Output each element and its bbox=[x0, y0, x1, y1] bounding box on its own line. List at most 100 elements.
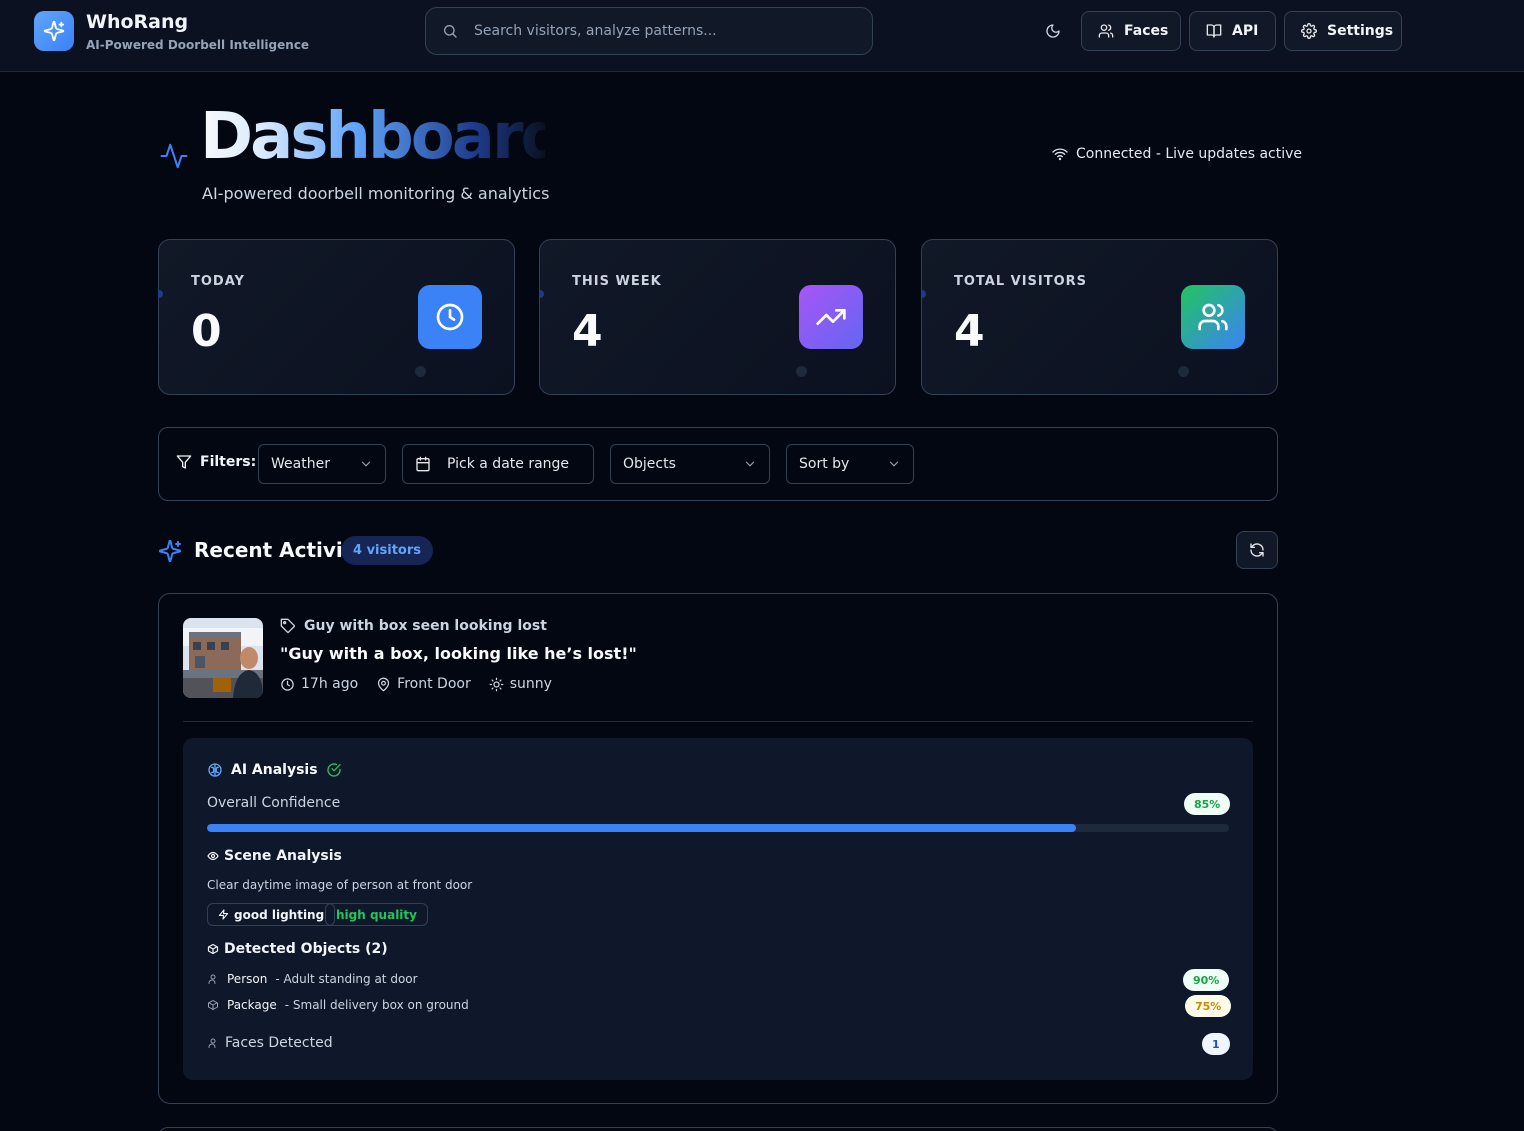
object-name: Person bbox=[227, 972, 268, 986]
filter-icon bbox=[176, 454, 192, 470]
eye-icon bbox=[207, 850, 219, 862]
page-subtitle: AI-powered doorbell monitoring & analyti… bbox=[202, 184, 550, 203]
visit-time: 17h ago bbox=[280, 676, 358, 692]
confidence-progress-bar bbox=[207, 824, 1229, 832]
scene-tag-chip: high quality bbox=[325, 903, 428, 926]
sparkles-logo-icon[interactable] bbox=[34, 11, 74, 51]
theme-toggle-moon-icon[interactable] bbox=[1040, 18, 1066, 44]
visit-weather: sunny bbox=[489, 676, 552, 692]
filters-bar: Filters: Weather Pick a date range Objec… bbox=[158, 427, 1278, 501]
refresh-icon bbox=[1249, 542, 1265, 558]
box-icon bbox=[207, 943, 219, 955]
faces-detected-label: Faces Detected bbox=[225, 1035, 333, 1051]
stat-card-total-visitors: TOTAL VISITORS 4 bbox=[921, 239, 1278, 395]
sort-by-select[interactable]: Sort by bbox=[786, 444, 914, 484]
visit-location-text: Front Door bbox=[397, 676, 471, 692]
decorative-dot bbox=[415, 366, 426, 377]
chevron-down-icon bbox=[359, 457, 373, 471]
scene-analysis-header: Scene Analysis bbox=[207, 848, 342, 864]
detected-objects-header: Detected Objects (2) bbox=[207, 941, 388, 957]
ai-analysis-panel: AI Analysis Overall Confidence 85% Scene… bbox=[183, 738, 1253, 1080]
visit-quote: "Guy with a box, looking like he’s lost!… bbox=[280, 644, 637, 663]
settings-button[interactable]: Settings bbox=[1284, 11, 1402, 51]
scene-tag-chip: good lighting bbox=[207, 903, 336, 926]
calendar-icon bbox=[415, 456, 431, 472]
detected-object-row: Person - Adult standing at door bbox=[207, 972, 418, 986]
book-open-icon bbox=[1206, 23, 1222, 39]
box-icon bbox=[207, 999, 219, 1011]
search-icon bbox=[442, 23, 458, 39]
objects-select-value: Objects bbox=[623, 456, 676, 472]
faces-detected-row: Faces Detected bbox=[207, 1035, 333, 1051]
clock-icon bbox=[418, 285, 482, 349]
ai-analysis-header: AI Analysis bbox=[207, 762, 342, 778]
page-title: Dashboard bbox=[200, 100, 545, 174]
chevron-down-icon bbox=[743, 457, 757, 471]
users-icon bbox=[1098, 23, 1114, 39]
weather-select[interactable]: Weather bbox=[258, 444, 386, 484]
visitor-event-card[interactable]: Guy with box seen looking lost "Guy with… bbox=[158, 593, 1278, 1104]
wifi-icon bbox=[1052, 146, 1068, 162]
check-circle-icon bbox=[326, 762, 342, 778]
stat-label: TOTAL VISITORS bbox=[954, 274, 1088, 289]
decorative-dot bbox=[796, 366, 807, 377]
scene-tag-text: good lighting bbox=[234, 907, 325, 922]
visit-location: Front Door bbox=[376, 676, 471, 692]
visitor-snapshot-image[interactable] bbox=[183, 618, 263, 698]
visit-tag: Guy with box seen looking lost bbox=[280, 618, 547, 634]
sun-icon bbox=[489, 677, 504, 692]
zap-icon bbox=[218, 909, 229, 920]
brain-icon bbox=[207, 762, 223, 778]
search-bar[interactable] bbox=[425, 7, 873, 55]
user-icon bbox=[207, 973, 219, 985]
tag-icon bbox=[280, 618, 296, 634]
brand-name[interactable]: WhoRang bbox=[86, 11, 188, 33]
faces-button-label: Faces bbox=[1124, 23, 1169, 39]
clock-icon bbox=[280, 677, 295, 692]
object-name: Package bbox=[227, 998, 277, 1012]
stat-label: THIS WEEK bbox=[572, 274, 662, 289]
object-confidence-badge: 90% bbox=[1183, 969, 1230, 991]
activity-pulse-icon bbox=[158, 141, 190, 171]
visitor-count-badge: 4 visitors bbox=[341, 536, 433, 565]
visit-time-text: 17h ago bbox=[301, 676, 359, 692]
faces-button[interactable]: Faces bbox=[1081, 11, 1181, 51]
card-edge-dot bbox=[921, 290, 926, 298]
detected-objects-title: Detected Objects (2) bbox=[224, 941, 388, 957]
map-pin-icon bbox=[376, 677, 391, 692]
visit-meta: 17h ago Front Door sunny bbox=[280, 676, 552, 692]
search-input[interactable] bbox=[474, 23, 854, 39]
brand-tagline: AI-Powered Doorbell Intelligence bbox=[86, 38, 310, 52]
confidence-badge: 85% bbox=[1184, 793, 1231, 815]
date-range-value: Pick a date range bbox=[447, 456, 570, 472]
trending-up-icon bbox=[799, 285, 863, 349]
confidence-progress-fill bbox=[207, 824, 1076, 832]
objects-select[interactable]: Objects bbox=[610, 444, 770, 484]
refresh-button[interactable] bbox=[1236, 531, 1278, 569]
users-icon bbox=[1181, 285, 1245, 349]
faces-count-badge: 1 bbox=[1202, 1033, 1230, 1055]
weather-select-value: Weather bbox=[271, 456, 330, 472]
recent-activity-title: Recent Activity bbox=[194, 538, 366, 562]
connection-status: Connected - Live updates active bbox=[1052, 146, 1302, 162]
scene-tag-text: high quality bbox=[336, 907, 417, 922]
visit-weather-text: sunny bbox=[509, 676, 552, 692]
api-button[interactable]: API bbox=[1189, 11, 1276, 51]
visit-tag-text: Guy with box seen looking lost bbox=[304, 618, 547, 634]
divider bbox=[183, 721, 1253, 722]
detected-object-row: Package - Small delivery box on ground bbox=[207, 998, 469, 1012]
object-description: - Adult standing at door bbox=[275, 972, 418, 986]
settings-button-label: Settings bbox=[1327, 23, 1394, 39]
api-button-label: API bbox=[1232, 23, 1259, 39]
scene-description: Clear daytime image of person at front d… bbox=[207, 878, 473, 892]
stat-value: 4 bbox=[572, 306, 603, 357]
stat-value: 4 bbox=[954, 306, 985, 357]
next-visitor-card[interactable] bbox=[158, 1127, 1278, 1131]
filters-label: Filters: bbox=[176, 454, 256, 470]
top-navigation-bar: WhoRang AI-Powered Doorbell Intelligence… bbox=[0, 0, 1524, 72]
chevron-down-icon bbox=[887, 457, 901, 471]
connection-status-text: Connected - Live updates active bbox=[1076, 146, 1303, 162]
date-range-picker[interactable]: Pick a date range bbox=[402, 444, 594, 484]
scene-analysis-title: Scene Analysis bbox=[224, 848, 342, 864]
stat-label: TODAY bbox=[191, 274, 245, 289]
